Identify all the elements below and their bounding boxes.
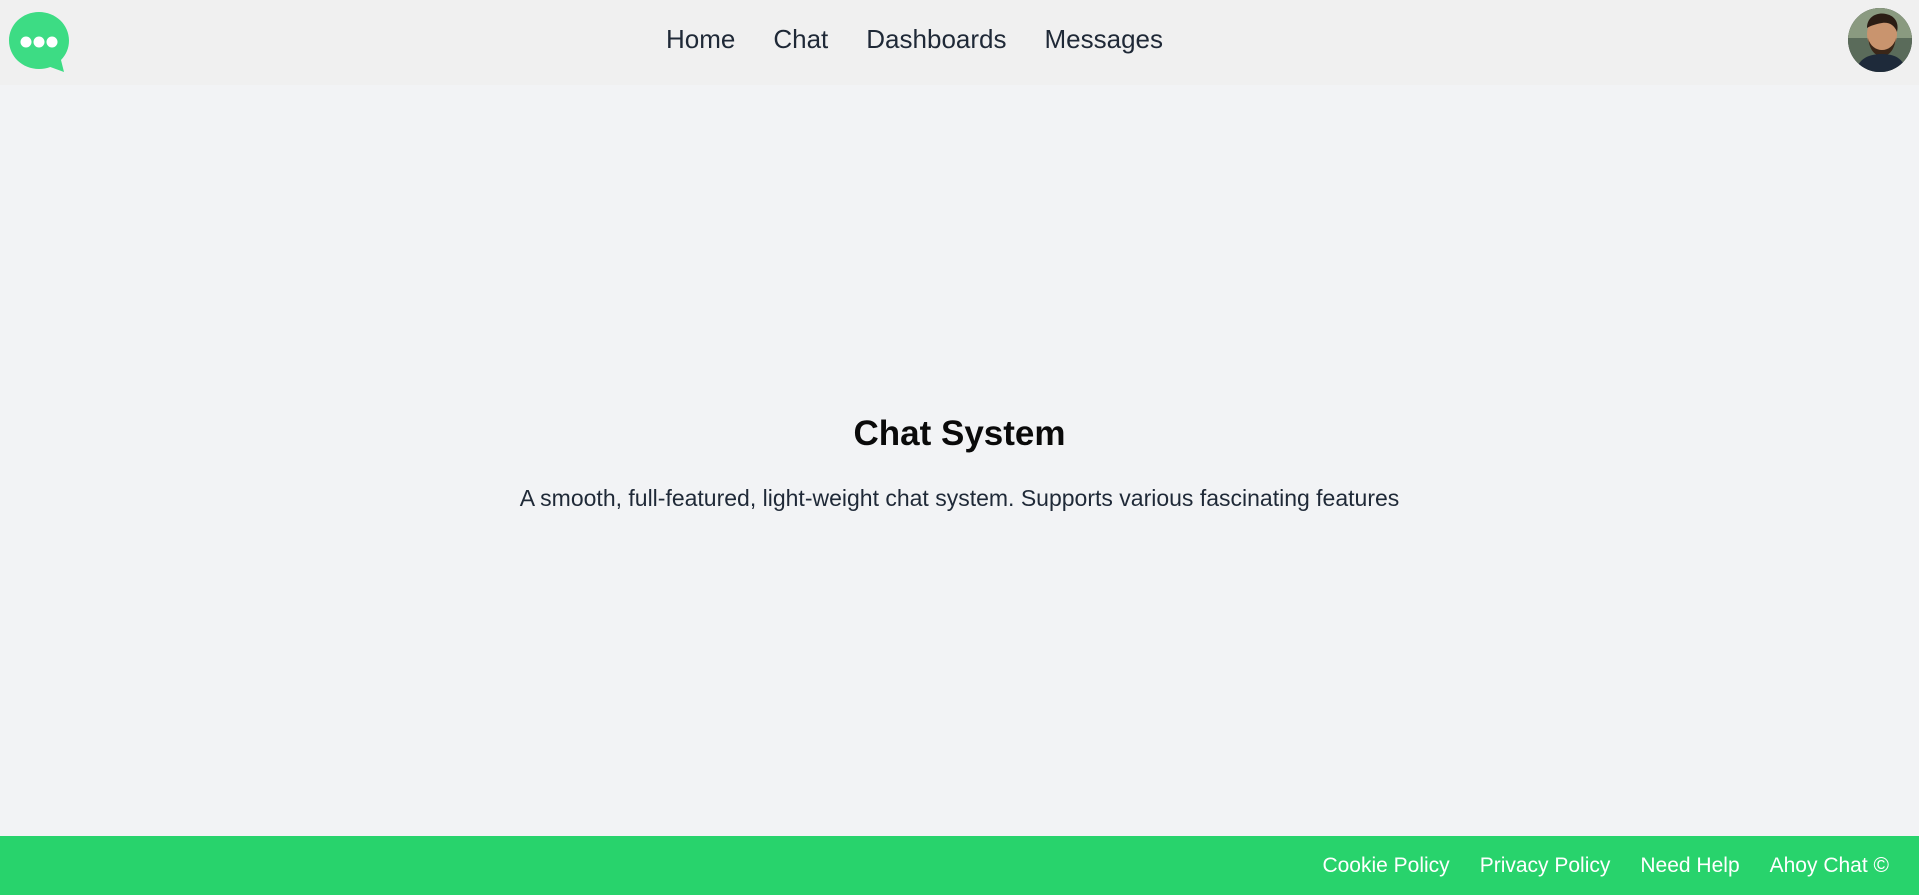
user-avatar[interactable] <box>1848 8 1912 72</box>
chat-bubble-dots-icon <box>9 12 69 72</box>
footer-brand-copyright-link[interactable]: Ahoy Chat © <box>1770 854 1889 878</box>
main-nav: Home Chat Dashboards Messages <box>666 24 1163 55</box>
footer-need-help-link[interactable]: Need Help <box>1640 854 1739 878</box>
footer: Cookie Policy Privacy Policy Need Help A… <box>0 836 1919 895</box>
page-subtitle: A smooth, full-featured, light-weight ch… <box>519 485 1400 511</box>
footer-privacy-policy-link[interactable]: Privacy Policy <box>1480 854 1611 878</box>
nav-chat-link[interactable]: Chat <box>773 24 828 55</box>
top-navbar: Home Chat Dashboards Messages <box>0 0 1919 85</box>
nav-dashboards-link[interactable]: Dashboards <box>866 24 1006 55</box>
avatar-image <box>1848 8 1912 72</box>
nav-messages-link[interactable]: Messages <box>1044 24 1163 55</box>
page-title: Chat System <box>853 414 1066 453</box>
hero-section: Chat System A smooth, full-featured, lig… <box>0 85 1919 836</box>
footer-links: Cookie Policy Privacy Policy Need Help A… <box>1322 836 1889 895</box>
nav-home-link[interactable]: Home <box>666 24 735 55</box>
footer-cookie-policy-link[interactable]: Cookie Policy <box>1322 854 1449 878</box>
logo-link[interactable] <box>6 9 72 75</box>
